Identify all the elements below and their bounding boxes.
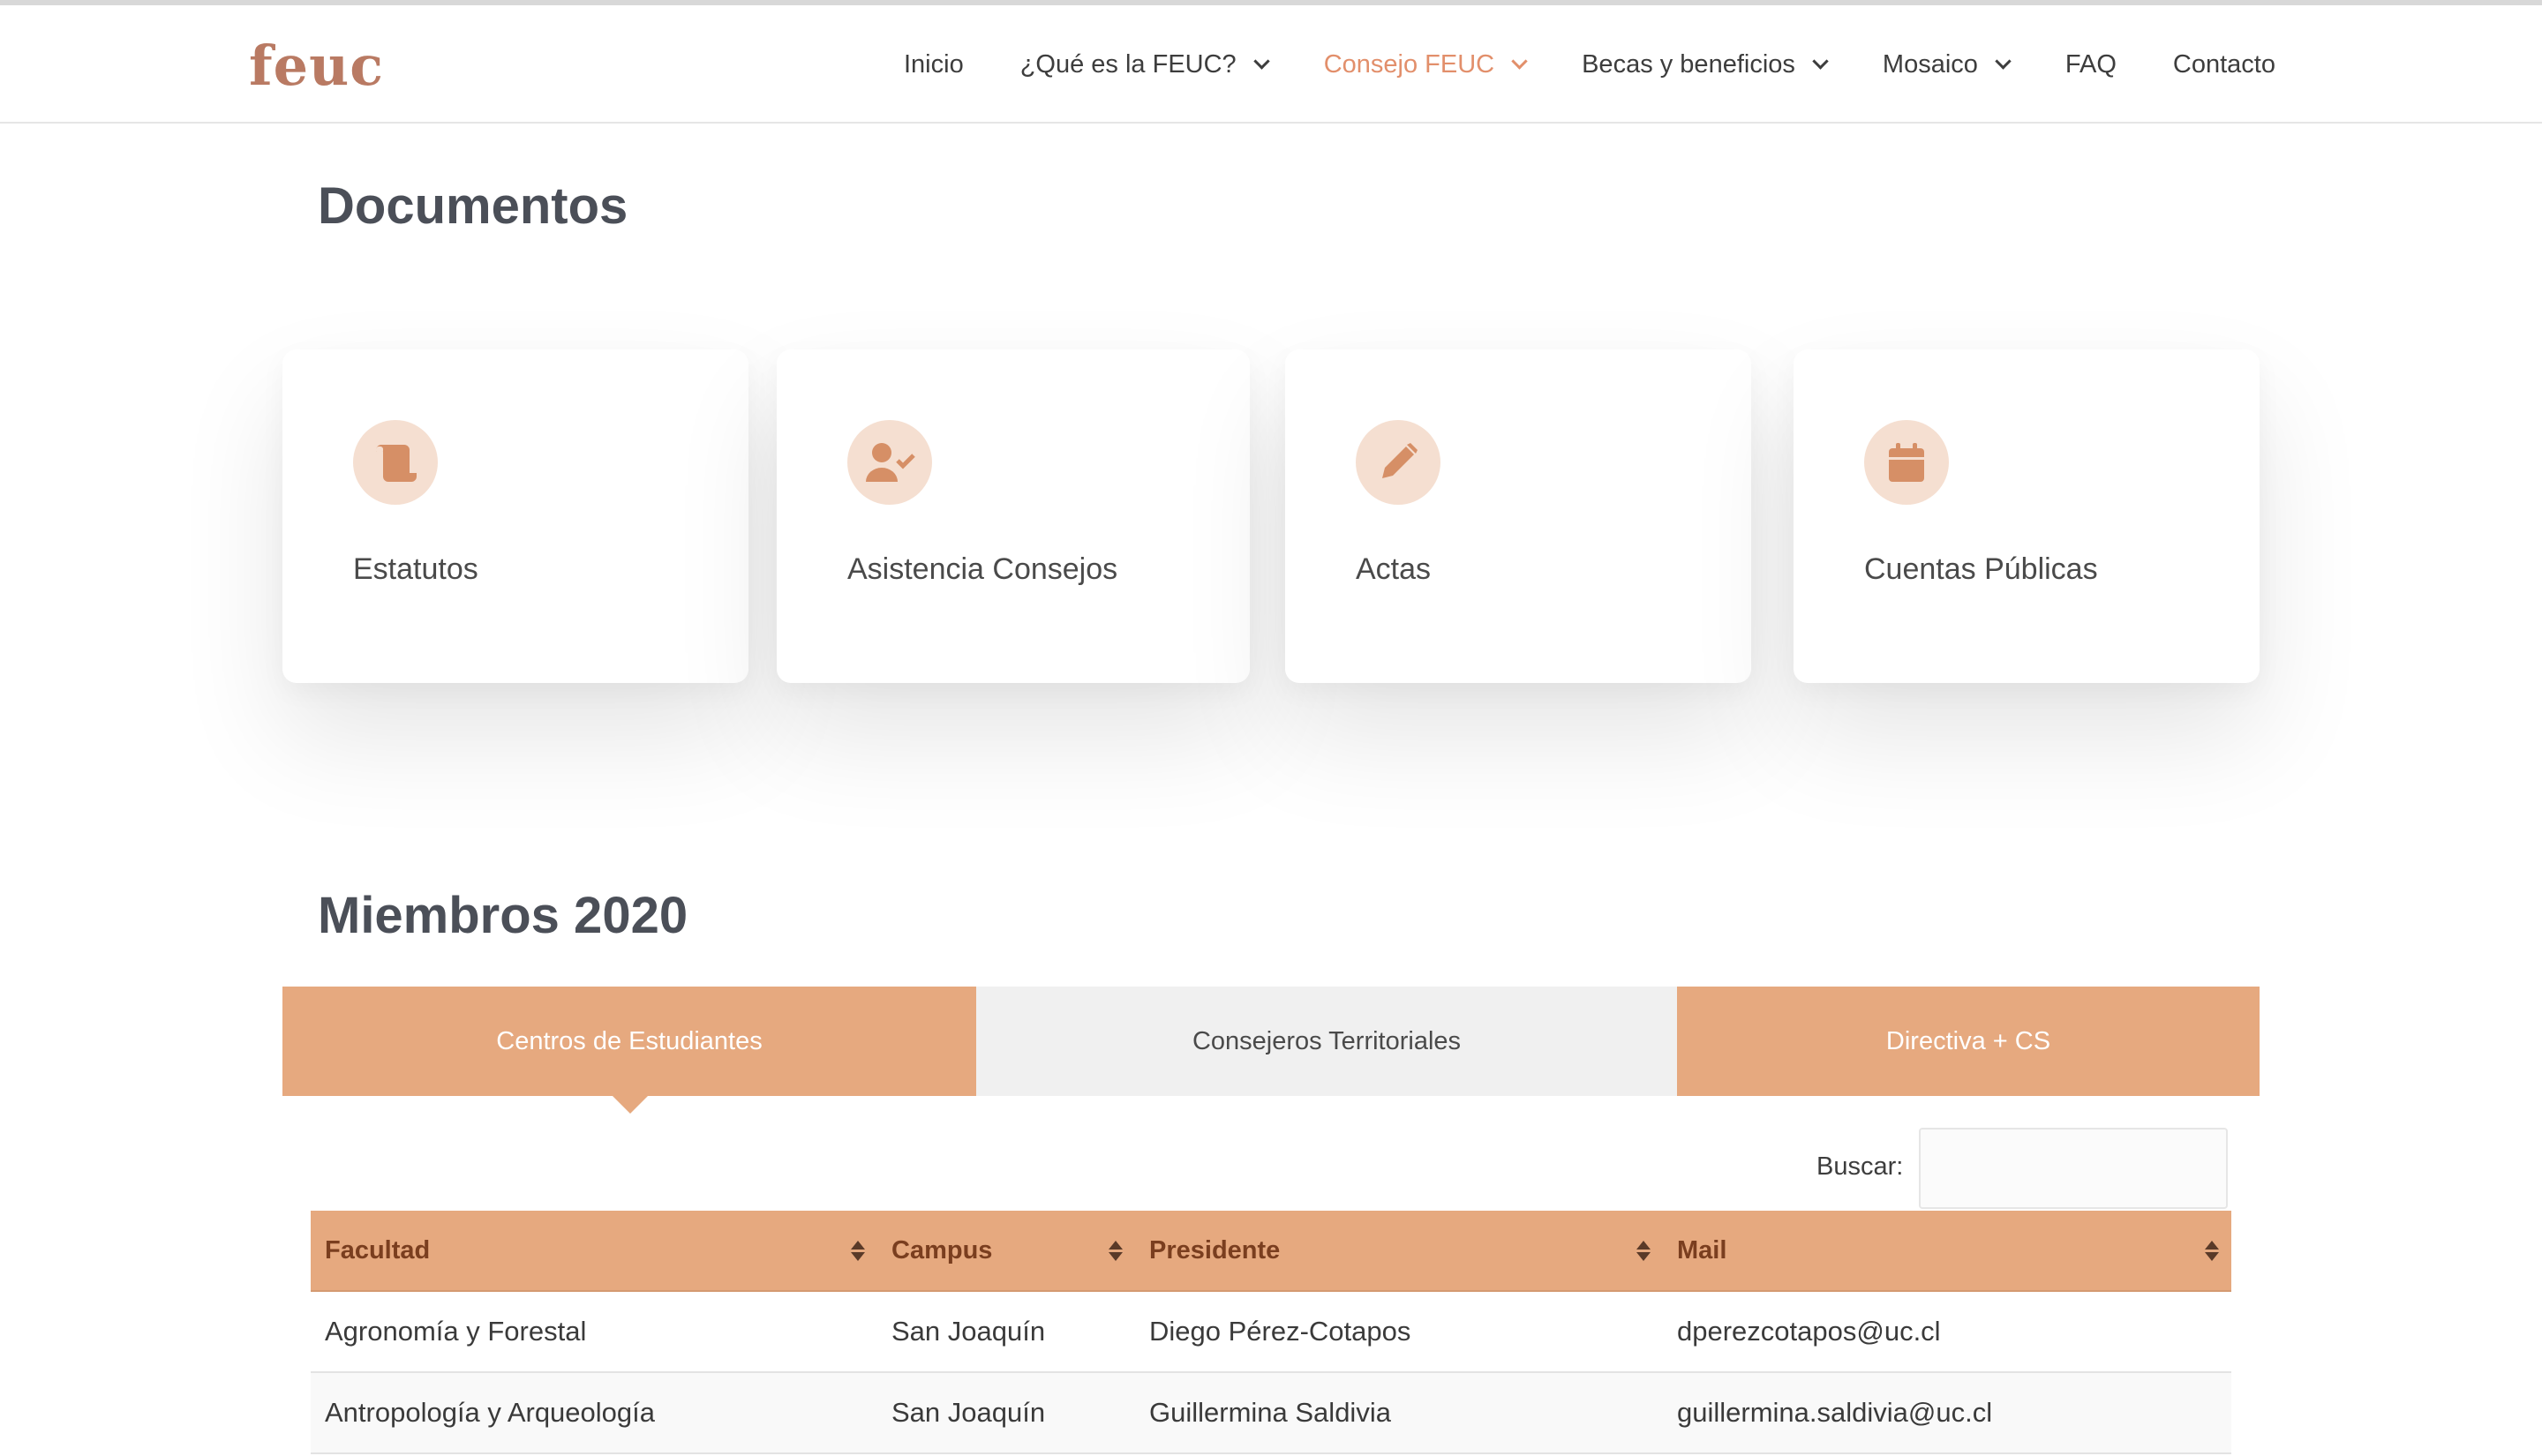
nav-item-que-es-feuc[interactable]: ¿Qué es la FEUC? xyxy=(1019,49,1270,79)
chevron-down-icon xyxy=(1511,52,1528,70)
card-actas[interactable]: Actas xyxy=(1285,349,1751,683)
nav-item-becas[interactable]: Becas y beneficios xyxy=(1582,49,1829,79)
search-label: Buscar: xyxy=(1816,1152,1904,1181)
documents-title: Documentos xyxy=(318,177,628,235)
members-tabs: Centros de Estudiantes Consejeros Territ… xyxy=(282,987,2260,1096)
cell-mail[interactable]: dperezcotapos@uc.cl xyxy=(1663,1292,2231,1371)
search-input[interactable] xyxy=(1919,1128,2228,1209)
members-title: Miembros 2020 xyxy=(318,887,688,944)
nav-label: Inicio xyxy=(904,49,964,79)
column-header-mail[interactable]: Mail xyxy=(1663,1211,2231,1290)
column-header-facultad[interactable]: Facultad xyxy=(311,1211,877,1290)
column-header-label: Mail xyxy=(1677,1235,1727,1265)
cell-facultad: Antropología y Arqueología xyxy=(325,1397,655,1428)
nav-label: ¿Qué es la FEUC? xyxy=(1019,49,1237,79)
sort-icon xyxy=(2205,1241,2219,1262)
cell-presidente: Guillermina Saldivia xyxy=(1149,1397,1391,1428)
nav-label: Becas y beneficios xyxy=(1582,49,1795,79)
user-check-icon xyxy=(847,420,932,505)
column-header-presidente[interactable]: Presidente xyxy=(1135,1211,1663,1290)
calendar-icon xyxy=(1864,420,1949,505)
nav-label: Contacto xyxy=(2172,49,2275,79)
main-nav: Inicio ¿Qué es la FEUC? Consejo FEUC Bec… xyxy=(847,5,2275,124)
chevron-down-icon xyxy=(1812,52,1829,70)
card-asistencia-consejos[interactable]: Asistencia Consejos xyxy=(777,349,1250,683)
tab-consejeros-territoriales[interactable]: Consejeros Territoriales xyxy=(976,987,1677,1096)
chevron-down-icon xyxy=(1995,52,2012,70)
nav-item-mosaico[interactable]: Mosaico xyxy=(1882,49,2012,79)
members-table: Facultad Campus Presidente Mail Agronomí… xyxy=(311,1211,2231,1454)
active-tab-pointer xyxy=(611,1094,650,1114)
cell-mail[interactable]: guillermina.saldivia@uc.cl xyxy=(1663,1373,2231,1452)
tab-directiva-cs[interactable]: Directiva + CS xyxy=(1677,987,2260,1096)
card-label: Cuentas Públicas xyxy=(1864,552,2098,586)
table-row: Agronomía y Forestal San Joaquín Diego P… xyxy=(311,1292,2231,1373)
site-header: feuc Inicio ¿Qué es la FEUC? Consejo FEU… xyxy=(0,5,2542,124)
nav-label: FAQ xyxy=(2064,49,2117,79)
table-row: Antropología y Arqueología San Joaquín G… xyxy=(311,1373,2231,1454)
nav-label: Consejo FEUC xyxy=(1323,49,1495,79)
column-header-label: Campus xyxy=(891,1235,993,1265)
cell-campus: San Joaquín xyxy=(891,1316,1046,1347)
cell-campus: San Joaquín xyxy=(891,1397,1046,1428)
column-header-label: Facultad xyxy=(325,1235,431,1265)
nav-item-inicio[interactable]: Inicio xyxy=(904,50,964,79)
card-estatutos[interactable]: Estatutos xyxy=(282,349,748,683)
card-label: Asistencia Consejos xyxy=(847,552,1118,586)
card-label: Estatutos xyxy=(353,552,478,586)
cell-facultad: Agronomía y Forestal xyxy=(325,1316,587,1347)
column-header-label: Presidente xyxy=(1149,1235,1281,1265)
card-cuentas-publicas[interactable]: Cuentas Públicas xyxy=(1794,349,2260,683)
cell-presidente: Diego Pérez-Cotapos xyxy=(1149,1316,1411,1347)
feuc-logo[interactable]: feuc xyxy=(249,34,384,98)
nav-item-consejo-feuc[interactable]: Consejo FEUC xyxy=(1323,49,1528,79)
pencil-icon xyxy=(1356,420,1440,505)
nav-item-contacto[interactable]: Contacto xyxy=(2173,50,2275,79)
chevron-down-icon xyxy=(1252,52,1270,70)
sort-icon xyxy=(851,1241,865,1262)
tab-centros-de-estudiantes[interactable]: Centros de Estudiantes xyxy=(282,987,976,1096)
column-header-campus[interactable]: Campus xyxy=(877,1211,1135,1290)
documents-cards: Estatutos Asistencia Consejos Actas Cuen… xyxy=(282,349,2260,683)
card-label: Actas xyxy=(1356,552,1432,586)
sort-icon xyxy=(1636,1241,1651,1262)
nav-item-faq[interactable]: FAQ xyxy=(2065,50,2117,79)
table-header: Facultad Campus Presidente Mail xyxy=(311,1211,2231,1292)
nav-label: Mosaico xyxy=(1882,49,1978,79)
sort-icon xyxy=(1109,1241,1123,1262)
scroll-icon xyxy=(353,420,438,505)
